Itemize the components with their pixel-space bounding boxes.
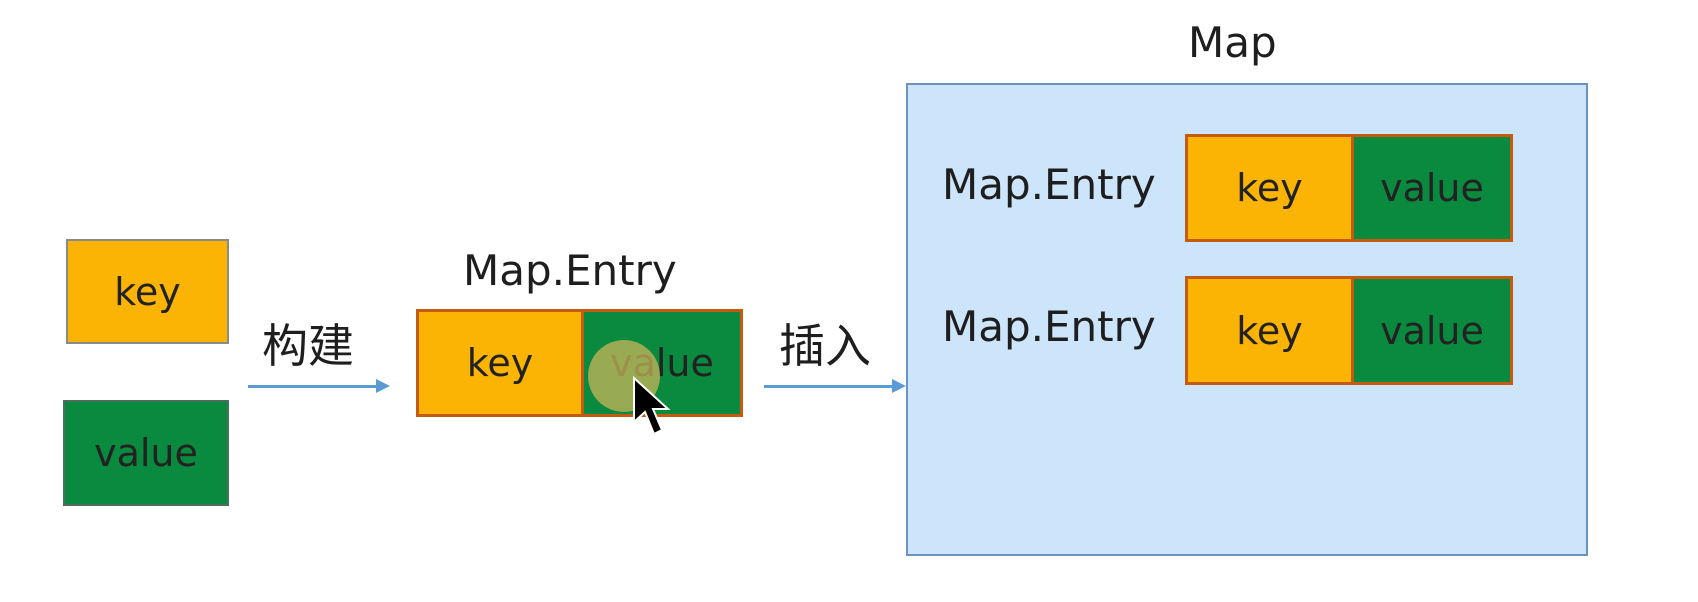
entry-title: Map.Entry xyxy=(463,246,677,295)
map-entry-key-label-1: key xyxy=(1236,166,1303,210)
standalone-key-box: key xyxy=(66,239,229,344)
mouse-pointer-icon xyxy=(633,376,671,436)
map-entry-box-1: key value xyxy=(1185,134,1513,242)
insert-arrow-line xyxy=(764,385,892,388)
insert-arrow-head xyxy=(892,379,906,393)
entry-box: key value xyxy=(416,309,743,417)
standalone-key-label: key xyxy=(114,269,181,314)
map-entry-title-1: Map.Entry xyxy=(942,160,1156,209)
map-entry-key-cell-2: key xyxy=(1188,279,1354,382)
map-entry-value-cell-2: value xyxy=(1354,279,1510,382)
map-title: Map xyxy=(1188,18,1277,67)
map-entry-key-label-2: key xyxy=(1236,308,1303,353)
entry-key-cell: key xyxy=(419,312,584,414)
entry-key-label: key xyxy=(466,341,534,385)
map-entry-value-label-2: value xyxy=(1380,308,1484,353)
standalone-value-label: value xyxy=(94,431,198,475)
map-entry-value-cell-1: value xyxy=(1354,137,1510,239)
map-entry-box-2: key value xyxy=(1185,276,1513,385)
build-arrow-label: 构建 xyxy=(262,319,354,373)
standalone-value-box: value xyxy=(63,400,229,506)
map-entry-value-label-1: value xyxy=(1380,166,1484,210)
build-arrow-line xyxy=(248,385,376,388)
build-arrow-head xyxy=(376,379,390,393)
map-entry-key-cell-1: key xyxy=(1188,137,1354,239)
map-entry-title-2: Map.Entry xyxy=(942,302,1156,351)
insert-arrow-label: 插入 xyxy=(779,319,871,373)
